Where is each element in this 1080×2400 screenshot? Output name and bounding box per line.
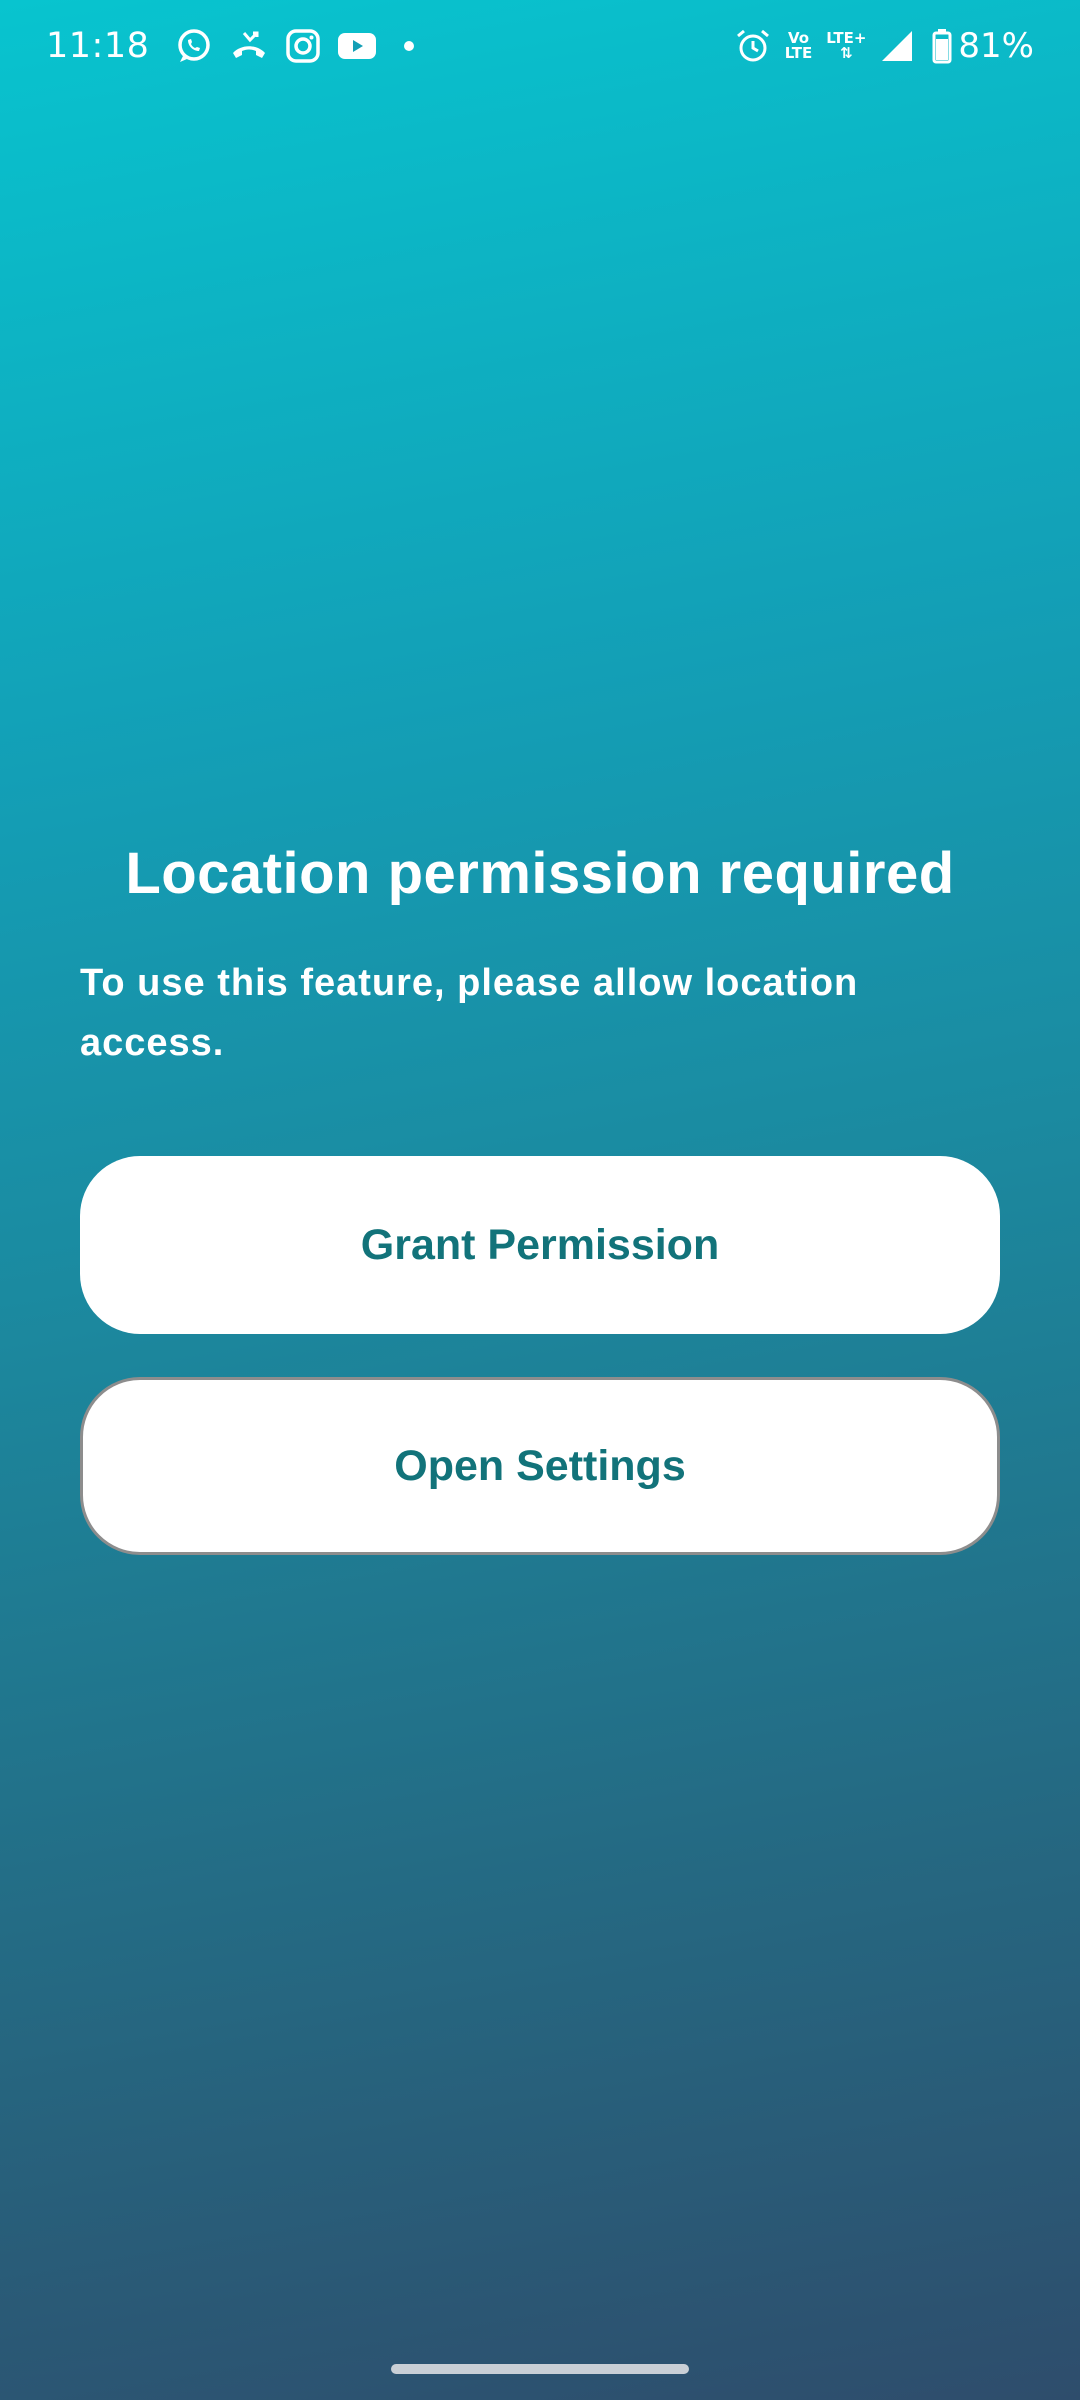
status-left: 11:18: [46, 20, 415, 72]
battery-percent: 81%: [958, 26, 1034, 66]
open-settings-button[interactable]: Open Settings: [80, 1377, 1000, 1555]
volte-label-bottom: LTE: [784, 44, 813, 62]
status-time: 11:18: [46, 26, 150, 66]
grant-permission-button[interactable]: Grant Permission: [80, 1156, 1000, 1334]
lte-plus-icon: LTE+ ⇅: [826, 31, 866, 61]
alarm-icon: [735, 28, 771, 64]
dot-icon: [403, 40, 415, 52]
lte-arrows: ⇅: [840, 44, 853, 62]
whatsapp-icon: [175, 27, 213, 65]
permission-message: To use this feature, please allow locati…: [80, 962, 859, 1064]
open-settings-label: Open Settings: [394, 1441, 686, 1490]
status-bar: 11:18 Vo LTE LTE+ ⇅ 81%: [0, 0, 1080, 92]
page-title: Location permission required: [125, 841, 955, 906]
missed-call-icon: [229, 27, 269, 65]
youtube-icon: [337, 31, 377, 61]
status-right: Vo LTE LTE+ ⇅ 81%: [721, 20, 1034, 72]
home-indicator[interactable]: [391, 2364, 689, 2374]
grant-permission-label: Grant Permission: [360, 1220, 720, 1269]
signal-icon: [880, 29, 914, 63]
instagram-icon: [285, 28, 321, 64]
volte-icon: Vo LTE: [785, 31, 813, 61]
battery-icon: [932, 28, 952, 64]
